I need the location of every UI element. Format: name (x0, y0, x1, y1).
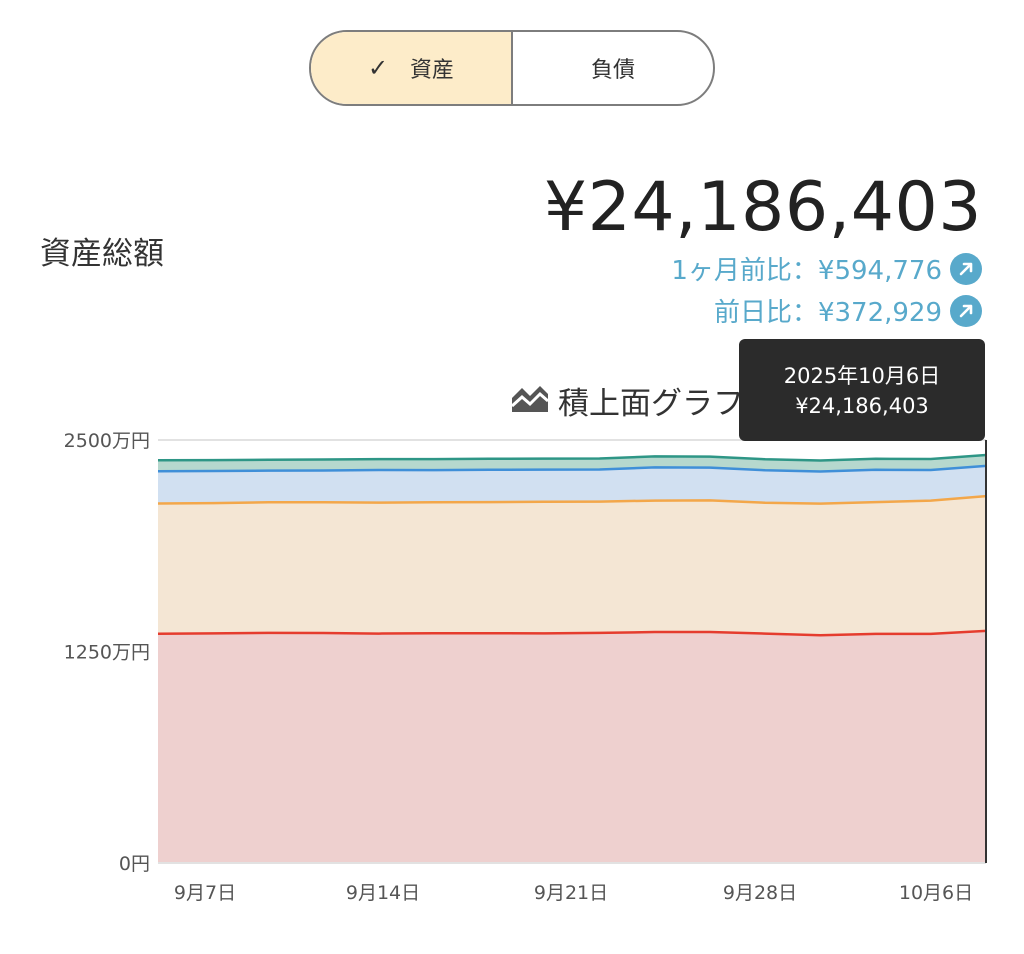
x-tick-label: 9月21日 (534, 882, 608, 904)
x-tick-label: 9月28日 (723, 882, 797, 904)
total-label: 資産総額 (40, 236, 164, 272)
tab-liabilities[interactable]: 負債 (513, 32, 713, 104)
area-line-series-4 (157, 453, 987, 462)
day-change-text: 前日比：¥372,929 (713, 298, 942, 328)
up-right-arrow-icon (950, 252, 982, 285)
area-chart-icon (510, 380, 550, 422)
check-icon: ✓ (367, 54, 389, 82)
y-tick-label: 2500万円 (64, 430, 150, 452)
stacked-area-chart[interactable]: 0円 1250万円 2500万円 9月7日 9月14日 9月21日 9月28日 10月6日 (0, 420, 1024, 920)
tab-assets[interactable]: ✓ 資産 (311, 32, 513, 104)
y-tick-label: 1250万円 (64, 642, 150, 664)
tab-liabilities-label: 負債 (590, 58, 635, 83)
day-change: 前日比：¥372,929 (714, 292, 982, 329)
chart-title: 積上面グラフ (510, 378, 744, 423)
y-tick-label: 0円 (119, 853, 150, 875)
x-tick-label: 10月6日 (899, 882, 973, 904)
x-tick-label: 9月7日 (174, 882, 236, 904)
asset-liability-toggle: ✓ 資産 負債 (309, 30, 715, 106)
month-change-text: 1ヶ月前比：¥594,776 (671, 256, 942, 286)
month-change: 1ヶ月前比：¥594,776 (671, 250, 982, 287)
area-fill-series-2 (158, 496, 986, 636)
tooltip-value: ¥24,186,403 (795, 394, 929, 418)
area-fill-series-1 (158, 630, 986, 863)
tab-assets-label: 資産 (410, 58, 455, 83)
total-amount: ¥24,186,403 (543, 168, 982, 247)
tooltip-date: 2025年10月6日 (783, 364, 941, 388)
up-right-arrow-icon (950, 294, 982, 327)
chart-tooltip: 2025年10月6日 ¥24,186,403 (739, 339, 985, 441)
chart-title-text: 積上面グラフ (558, 386, 744, 422)
x-tick-label: 9月14日 (346, 882, 420, 904)
